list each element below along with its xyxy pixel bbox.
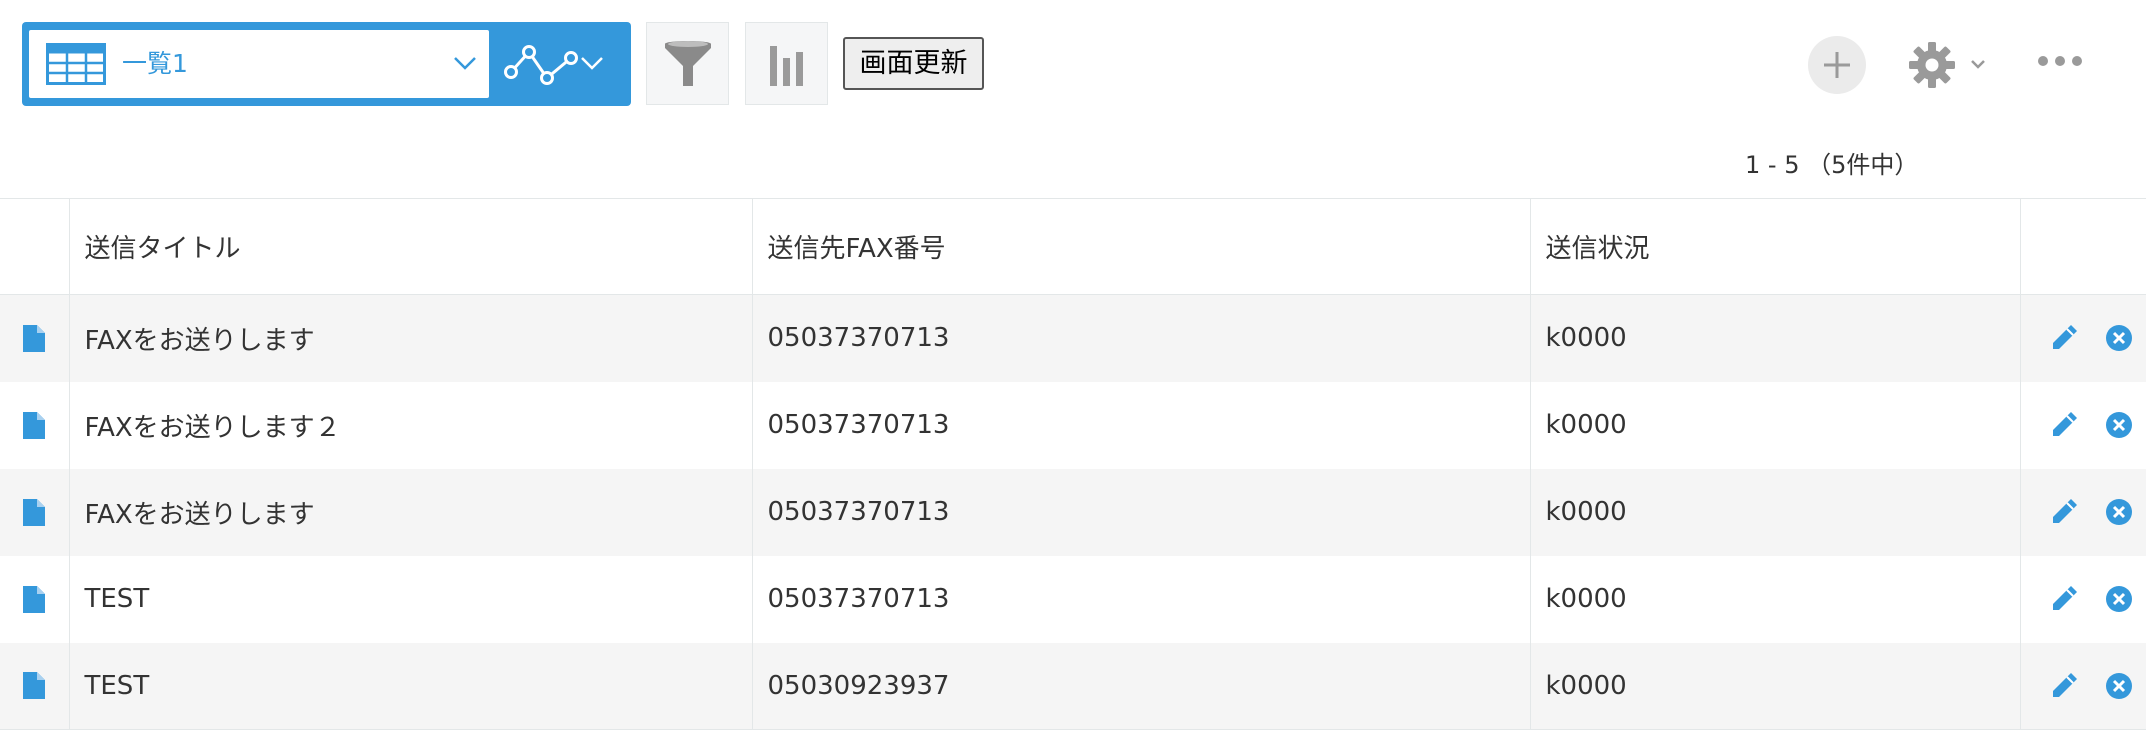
cell-status: k0000 [1530,381,2021,469]
column-header-status[interactable]: 送信状況 [1530,198,2021,295]
delete-icon[interactable] [2105,498,2133,530]
cell-fax-number: 05037370713 [752,555,1531,643]
view-name: 一覧1 [122,49,188,78]
more-options-button[interactable] [2036,46,2092,82]
edit-pencil-icon[interactable] [2049,323,2079,357]
cell-title: FAXをお送りします２ [69,381,753,469]
column-header-fax-number[interactable]: 送信先FAX番号 [752,198,1531,295]
table-row: FAXをお送りします 05037370713 k0000 [0,468,2146,556]
add-record-button[interactable] [1808,36,1866,94]
records-table: 送信タイトル 送信先FAX番号 送信状況 FAXをお送りします 05037370… [0,198,2146,730]
document-icon [23,411,46,439]
cell-status: k0000 [1530,642,2021,730]
chevron-down-icon [453,55,477,75]
filter-icon [664,40,711,86]
row-actions [2020,469,2146,556]
column-header-title[interactable]: 送信タイトル [69,198,753,295]
table-row: FAXをお送りします２ 05037370713 k0000 [0,381,2146,469]
edit-pencil-icon[interactable] [2049,584,2079,618]
delete-icon[interactable] [2105,672,2133,704]
edit-pencil-icon[interactable] [2049,671,2079,705]
record-detail-link[interactable] [0,468,70,556]
cell-title: FAXをお送りします [69,468,753,556]
cell-fax-number: 05037370713 [752,381,1531,469]
header-actions-column [2020,198,2146,295]
more-dots-icon [2038,56,2082,66]
table-header-row: 送信タイトル 送信先FAX番号 送信状況 [0,198,2146,295]
table-row: TEST 05037370713 k0000 [0,555,2146,643]
cell-status: k0000 [1530,468,2021,556]
cell-status: k0000 [1530,294,2021,382]
row-actions [2020,643,2146,730]
document-icon [23,585,46,613]
row-actions [2020,382,2146,469]
row-actions [2020,295,2146,382]
record-detail-link[interactable] [0,555,70,643]
toolbar: 一覧1 画面更新 [0,0,2146,140]
table-body: FAXをお送りします 05037370713 k0000 FAXをお送りします２… [0,294,2146,730]
delete-icon[interactable] [2105,324,2133,356]
cell-fax-number: 05037370713 [752,468,1531,556]
view-select-dropdown[interactable]: 一覧1 [29,30,489,98]
graph-select-button[interactable] [489,30,624,98]
chevron-down-icon [1971,60,1985,69]
plus-icon [1824,52,1850,78]
cell-title: TEST [69,555,753,643]
row-actions [2020,556,2146,643]
delete-icon[interactable] [2105,585,2133,617]
pagination-summary: 1 - 5 （5件中） [1745,151,1919,179]
document-icon [23,672,46,700]
record-detail-link[interactable] [0,642,70,730]
document-icon [23,324,46,352]
chevron-down-icon [580,55,604,75]
filter-button[interactable] [646,22,729,105]
settings-button[interactable] [1908,37,1988,93]
edit-pencil-icon[interactable] [2049,497,2079,531]
table-view-icon [46,43,106,89]
cell-title: TEST [69,642,753,730]
cell-status: k0000 [1530,555,2021,643]
cell-fax-number: 05037370713 [752,294,1531,382]
refresh-button[interactable]: 画面更新 [843,37,984,90]
view-selector-bar: 一覧1 [22,22,631,106]
cell-fax-number: 05030923937 [752,642,1531,730]
header-detail-column [0,198,70,295]
document-icon [23,498,46,526]
gear-icon [1909,42,1955,88]
edit-pencil-icon[interactable] [2049,410,2079,444]
table-row: TEST 05030923937 k0000 [0,642,2146,730]
cell-title: FAXをお送りします [69,294,753,382]
delete-icon[interactable] [2105,411,2133,443]
graph-chart-button[interactable] [745,22,828,105]
record-detail-link[interactable] [0,294,70,382]
line-graph-icon [503,42,579,90]
record-detail-link[interactable] [0,381,70,469]
table-row: FAXをお送りします 05037370713 k0000 [0,294,2146,382]
bar-chart-icon [769,45,803,86]
